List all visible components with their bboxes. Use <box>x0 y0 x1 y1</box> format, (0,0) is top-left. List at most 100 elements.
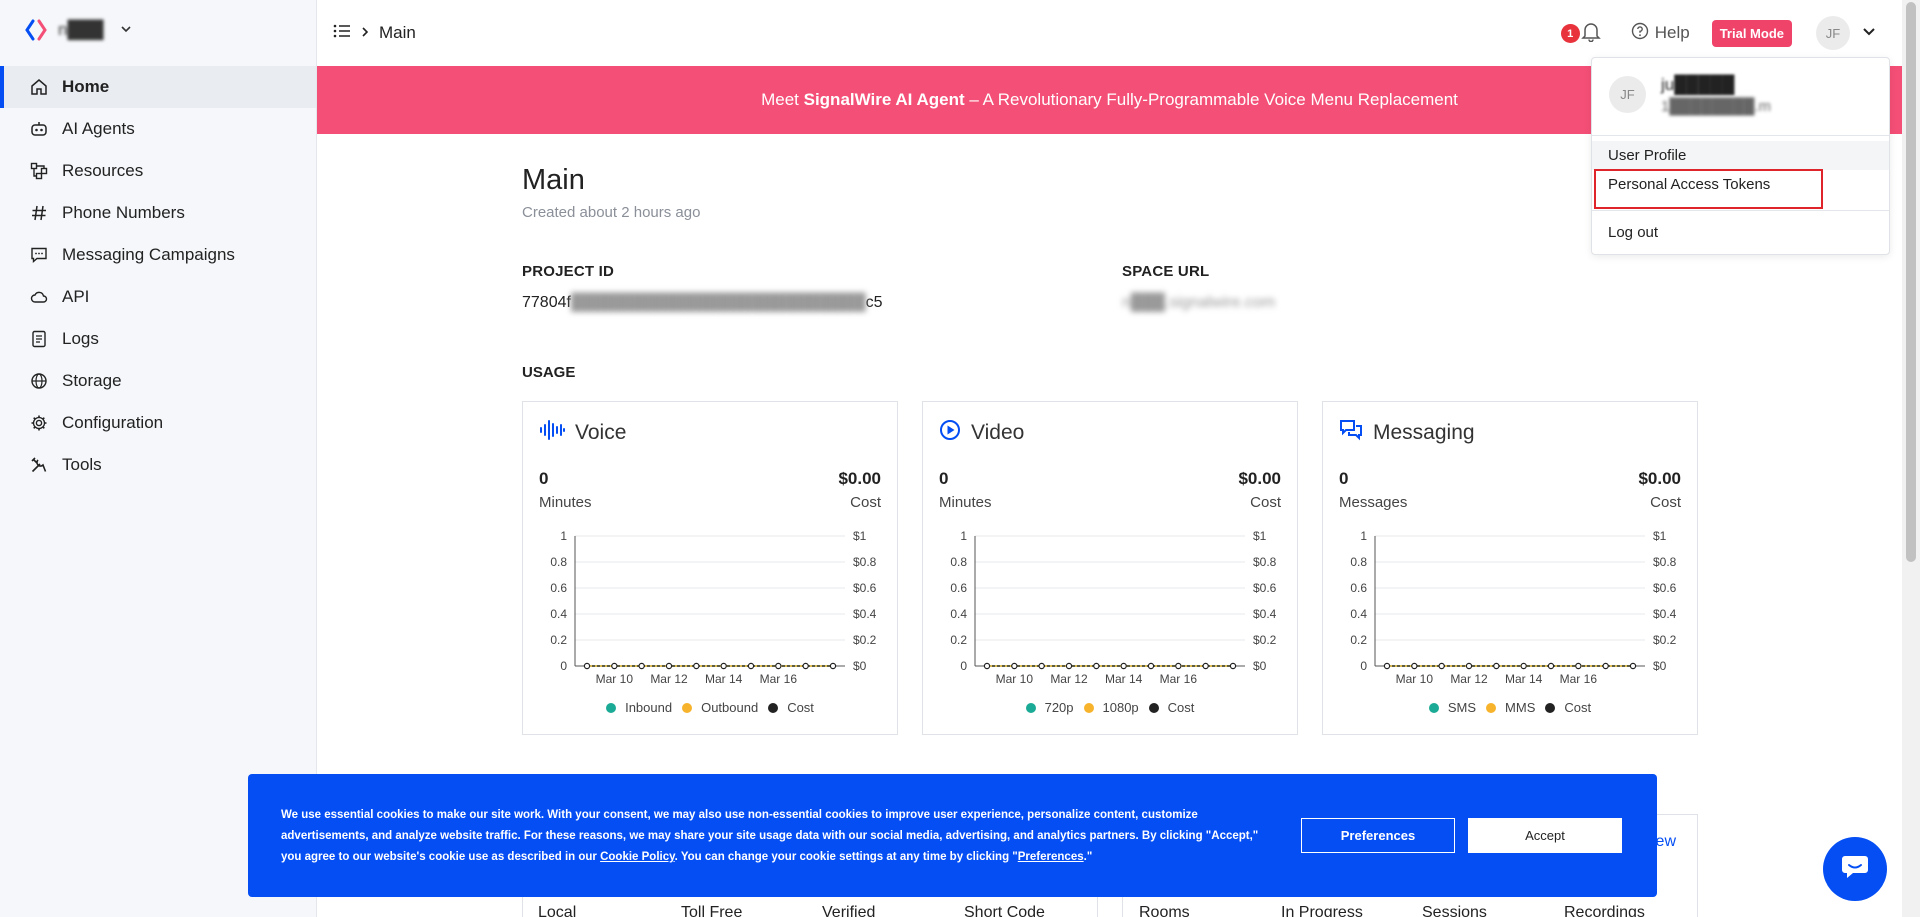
data-point <box>583 662 591 670</box>
data-point <box>1575 662 1582 670</box>
cookie-preferences-link[interactable]: Preferences <box>1018 851 1084 863</box>
minutes-stat: 0 Minutes <box>939 469 992 511</box>
sidebar-item-messaging-campaigns[interactable]: Messaging Campaigns <box>0 234 316 276</box>
sidebar-item-phone-numbers[interactable]: Phone Numbers <box>0 192 316 234</box>
chevron-right-icon <box>361 23 369 43</box>
project-switcher[interactable]: n███ <box>24 18 132 42</box>
cookie-policy-link[interactable]: Cookie Policy <box>600 851 675 863</box>
y2-tick-label: $0 <box>1253 659 1267 673</box>
minutes-stat: 0 Minutes <box>539 469 592 511</box>
x-tick-label: Mar 10 <box>1396 672 1434 686</box>
sidebar-item-label: Storage <box>62 371 122 390</box>
data-point <box>693 662 700 670</box>
column-toll-free: Toll Free <box>681 904 743 917</box>
chevron-down-icon <box>120 23 132 38</box>
data-point <box>1411 662 1418 670</box>
legend-item-sms[interactable]: SMS <box>1428 700 1477 715</box>
y2-tick-label: $0.8 <box>1653 555 1677 569</box>
menu-list-icon[interactable] <box>333 23 351 44</box>
y-tick-label: 0 <box>560 659 567 673</box>
x-tick-label: Mar 12 <box>1050 672 1088 686</box>
message-icon <box>30 246 48 264</box>
notification-count-badge: 1 <box>1560 24 1580 43</box>
sidebar-item-home[interactable]: Home <box>0 66 316 108</box>
project-id-start: 77804f <box>522 294 571 311</box>
data-point <box>983 662 991 670</box>
space-url-label: SPACE URL <box>1122 263 1210 280</box>
sidebar-item-storage[interactable]: Storage <box>0 360 316 402</box>
legend-item-720p[interactable]: 720p <box>1025 700 1074 715</box>
menu-divider <box>1592 210 1889 211</box>
voice-usage-chart: 0 $0 0.2 $0.2 0.4 $0.4 0.6 $0.6 0.8 $0.8 1 $1 Mar 10… <box>550 529 877 686</box>
data-point <box>1202 662 1209 670</box>
y2-tick-label: $0.4 <box>1253 607 1277 621</box>
chart-legend: 720p 1080p Cost <box>923 700 1297 715</box>
data-point <box>1438 662 1445 670</box>
legend-item-inbound[interactable]: Inbound <box>606 700 672 715</box>
legend-label: MMS <box>1505 700 1536 715</box>
chat-icon <box>1841 854 1869 885</box>
card-title-text: Messaging <box>1373 421 1475 444</box>
legend-item-cost[interactable]: Cost <box>1148 700 1195 715</box>
legend-item-mms[interactable]: MMS <box>1486 700 1535 715</box>
sidebar-item-label: Home <box>62 77 110 96</box>
x-tick-label: Mar 10 <box>596 672 634 686</box>
legend-label: SMS <box>1447 700 1477 715</box>
y-tick-label: 1 <box>960 529 967 543</box>
column-recordings: Recordings <box>1564 904 1645 917</box>
accept-button[interactable]: Accept <box>1468 818 1622 853</box>
y2-tick-label: $0.2 <box>1253 633 1277 647</box>
y2-tick-label: $0.4 <box>853 607 877 621</box>
sidebar-item-api[interactable]: API <box>0 276 316 318</box>
breadcrumb-current[interactable]: Main <box>379 23 416 43</box>
column-sessions: Sessions <box>1422 904 1487 917</box>
chevron-down-icon[interactable] <box>1862 24 1876 42</box>
chat-launcher-button[interactable] <box>1823 837 1887 901</box>
legend-item-cost[interactable]: Cost <box>1545 700 1591 715</box>
sidebar-item-tools[interactable]: Tools <box>0 444 316 486</box>
project-id-value[interactable]: 77804f██████████████████████████c5 <box>522 294 883 312</box>
user-profile-menu-item[interactable]: User Profile <box>1592 141 1889 170</box>
data-point <box>720 662 727 670</box>
sidebar-item-label: Phone Numbers <box>62 203 185 222</box>
y2-tick-label: $0.6 <box>1253 581 1277 595</box>
data-point <box>1383 662 1391 670</box>
video-usage-chart: 0 $0 0.2 $0.2 0.4 $0.4 0.6 $0.6 0.8 $0.8 1 $1 Mar 10… <box>950 529 1277 686</box>
legend-item-outbound[interactable]: Outbound <box>682 700 758 715</box>
notifications-button[interactable]: 1 <box>1560 18 1601 48</box>
page-scrollbar[interactable] <box>1902 0 1920 917</box>
y-tick-label: 0 <box>1360 659 1367 673</box>
trial-mode-badge[interactable]: Trial Mode <box>1711 19 1792 47</box>
y-tick-label: 0.4 <box>1350 607 1367 621</box>
avatar[interactable]: JF <box>1816 16 1850 50</box>
preferences-button[interactable]: Preferences <box>1301 818 1455 853</box>
data-point <box>1011 662 1018 670</box>
sidebar-item-logs[interactable]: Logs <box>0 318 316 360</box>
cost-value: $0.00 <box>838 469 881 488</box>
y2-tick-label: $0.2 <box>1653 633 1677 647</box>
card-title-text: Video <box>971 421 1025 444</box>
column-local: Local <box>538 904 577 917</box>
y-tick-label: 0.8 <box>950 555 967 569</box>
waveform-icon <box>539 419 565 447</box>
data-point <box>1065 662 1073 670</box>
y2-tick-label: $0.8 <box>853 555 877 569</box>
legend-item-cost[interactable]: Cost <box>768 700 814 715</box>
legend-item-1080p[interactable]: 1080p <box>1083 700 1139 715</box>
sidebar-item-resources[interactable]: Resources <box>0 150 316 192</box>
data-point <box>1629 662 1637 670</box>
sidebar-item-configuration[interactable]: Configuration <box>0 402 316 444</box>
page-title: Main <box>522 164 585 196</box>
y2-tick-label: $0.2 <box>853 633 877 647</box>
user-menu-dropdown: JF ju█████ 1████████.m User Profile Pers… <box>1591 57 1890 255</box>
legend-label: Cost <box>1167 700 1195 715</box>
scrollbar-thumb[interactable] <box>1906 2 1916 562</box>
help-button[interactable]: Help <box>1631 22 1690 45</box>
signalwire-logo-icon <box>24 18 48 42</box>
sidebar-item-ai-agents[interactable]: AI Agents <box>0 108 316 150</box>
messaging-usage-card: Messaging 0 Messages $0.00 Cost 0 $0 0.2 $0… <box>1322 401 1698 735</box>
user-email: 1████████.m <box>1661 98 1772 115</box>
sidebar-nav: Home AI Agents Resources Phone Numbers M… <box>0 66 316 486</box>
log-out-menu-item[interactable]: Log out <box>1592 218 1889 247</box>
space-url-value[interactable]: n███.signalwire.com <box>1122 294 1275 312</box>
